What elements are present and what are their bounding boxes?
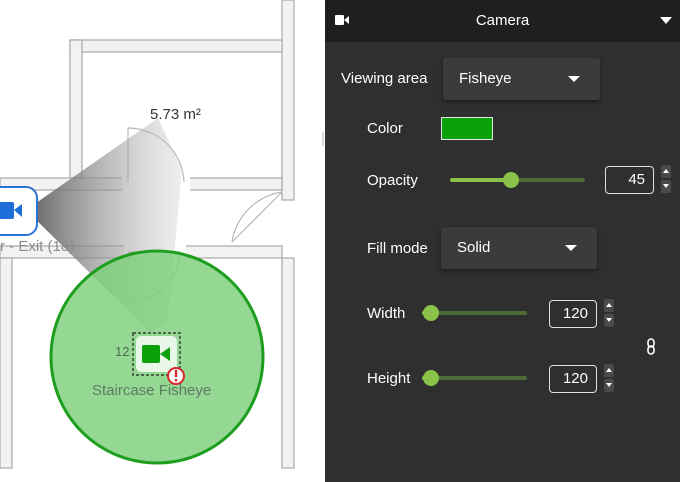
width-input[interactable]: 120 [549,300,597,328]
panel-divider[interactable] [322,132,324,146]
caret-down-icon [663,184,669,188]
width-label: Width [367,305,406,322]
viewing-area-value: Fisheye [459,70,512,87]
caret-up-icon [606,303,612,307]
height-value: 120 [562,370,588,387]
fill-mode-label: Fill mode [367,240,428,257]
height-slider-thumb[interactable] [423,370,440,386]
increment-button[interactable] [661,165,671,178]
chevron-down-icon[interactable] [660,17,672,24]
width-slider[interactable] [422,305,527,321]
opacity-input[interactable]: 45 [605,166,654,194]
decrement-button[interactable] [604,314,614,327]
height-stepper[interactable] [604,364,614,392]
height-label: Height [367,370,411,387]
room-area-label: 5.73 m² [150,106,201,123]
chevron-down-icon [565,245,577,251]
opacity-value: 45 [628,171,645,188]
caret-up-icon [606,368,612,372]
caret-down-icon [606,383,612,387]
opacity-label: Opacity [367,172,418,189]
camera-number-label: 12 [115,344,130,359]
viewing-area-label: Viewing area [341,70,428,87]
height-input[interactable]: 120 [549,365,597,393]
panel-title: Camera [475,12,530,29]
decrement-button[interactable] [661,180,671,193]
caret-up-icon [663,169,669,173]
door-label: r - Exit (18) [0,238,75,255]
increment-button[interactable] [604,299,614,312]
fill-mode-value: Solid [457,239,491,256]
chain-link-icon[interactable] [646,338,656,356]
width-stepper[interactable] [604,299,614,327]
opacity-stepper[interactable] [661,165,671,193]
video-camera-icon [0,202,22,219]
camera-marker-blue[interactable] [0,186,38,236]
camera-properties-panel: Camera Viewing area Fisheye Color Opacit… [322,0,680,482]
width-slider-thumb[interactable] [423,305,440,321]
width-value: 120 [562,305,588,322]
camera-name-label: Staircase Fisheye [92,382,212,399]
door-swing [231,191,283,243]
opacity-slider[interactable] [450,172,585,188]
opacity-slider-fill [450,178,511,182]
viewing-area-dropdown[interactable]: Fisheye [443,58,600,100]
panel-header[interactable]: Camera [325,0,680,42]
increment-button[interactable] [604,364,614,377]
color-label: Color [367,120,403,137]
height-slider[interactable] [422,370,527,386]
color-swatch[interactable] [441,117,493,140]
chevron-down-icon [568,76,580,82]
caret-down-icon [606,318,612,322]
floor-plan-canvas[interactable]: 5.73 m² r - Exit (18) 12 Staircase Fishe… [0,0,300,482]
decrement-button[interactable] [604,379,614,392]
fill-mode-dropdown[interactable]: Solid [441,227,597,269]
opacity-slider-thumb[interactable] [502,172,519,188]
